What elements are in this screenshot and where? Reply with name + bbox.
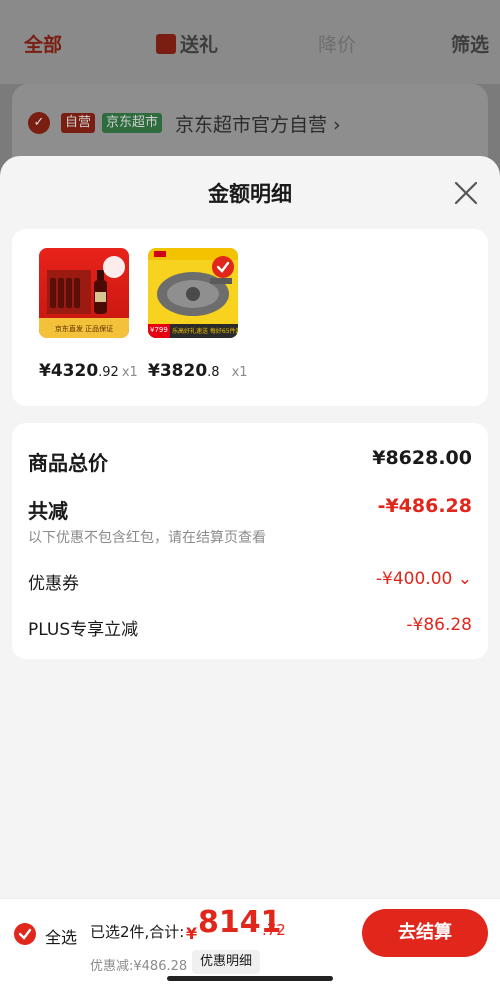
price-summary: 商品总价 ¥8628.00 共减 -¥486.28 以下优惠不包含红包，请在结算…: [12, 423, 488, 659]
product-list: 京东直发 正品保证 ¥4320.92 x1 ¥799 乐高好礼速送 每好65件起…: [12, 229, 488, 406]
discount-summary: 优惠减:¥486.28: [90, 959, 188, 974]
coupon-value[interactable]: -¥400.00 ⌄: [376, 569, 472, 589]
amount-detail-sheet: 金额明细 京东直发 正品保证 ¥4320.92 x1 ¥799 乐高好礼速送 每…: [0, 156, 500, 990]
shop-name: 京东超市官方自营 ›: [175, 114, 341, 136]
coupon-label: 优惠券: [28, 574, 79, 594]
tab-price-drop: 降价: [318, 34, 357, 56]
product-price: ¥4320.92 x1: [39, 361, 138, 381]
select-all-check-icon[interactable]: [14, 923, 36, 945]
tab-filter: 筛选: [451, 34, 490, 56]
badge-jd-supermarket: 京东超市: [102, 113, 163, 133]
selected-check-icon: [103, 256, 125, 278]
goods-total-value: ¥8628.00: [372, 447, 472, 469]
home-indicator: [167, 976, 333, 981]
close-icon[interactable]: [453, 180, 479, 206]
thumb-tag: ¥799: [150, 326, 168, 334]
discount-value: -¥486.28: [377, 495, 472, 517]
discount-detail-button[interactable]: 优惠明细: [192, 950, 261, 974]
tab-gift: 送礼: [156, 30, 218, 57]
product-price: ¥3820.8 x1: [148, 361, 248, 381]
background-check-icon: ✓: [28, 112, 50, 134]
total-currency: ¥: [186, 924, 198, 943]
thumb-caption: 京东直发 正品保证: [54, 325, 114, 333]
product-thumbnail-wine: 京东直发 正品保证: [39, 248, 129, 338]
tab-all: 全部: [24, 34, 63, 56]
badge-self-operated: 自营: [61, 113, 96, 133]
product-thumbnail-lego: ¥799 乐高好礼速送 每好65件起: [148, 248, 238, 338]
sheet-title: 金额明细: [208, 182, 292, 206]
discount-label: 共减: [28, 499, 68, 523]
product-item[interactable]: ¥799 乐高好礼速送 每好65件起 ¥3820.8 x1: [148, 248, 268, 381]
product-item[interactable]: 京东直发 正品保证 ¥4320.92 x1: [39, 248, 159, 381]
selected-count-text: 已选2件,合计:: [90, 923, 185, 941]
plus-discount-value: -¥86.28: [406, 615, 472, 635]
discount-note: 以下优惠不包含红包，请在结算页查看: [28, 530, 266, 546]
plus-discount-label: PLUS专享立减: [28, 620, 139, 640]
select-all-label[interactable]: 全选: [45, 924, 77, 948]
thumb-caption: 乐高好礼速送 每好65件起: [172, 328, 238, 335]
checkout-button[interactable]: 去结算: [362, 909, 488, 957]
background-tab-bar: 全部 送礼 降价 筛选: [0, 0, 500, 84]
goods-total-label: 商品总价: [28, 451, 108, 475]
selected-check-icon: [212, 256, 234, 278]
gift-icon: [156, 34, 176, 54]
total-amount-decimal: .72: [262, 921, 286, 939]
